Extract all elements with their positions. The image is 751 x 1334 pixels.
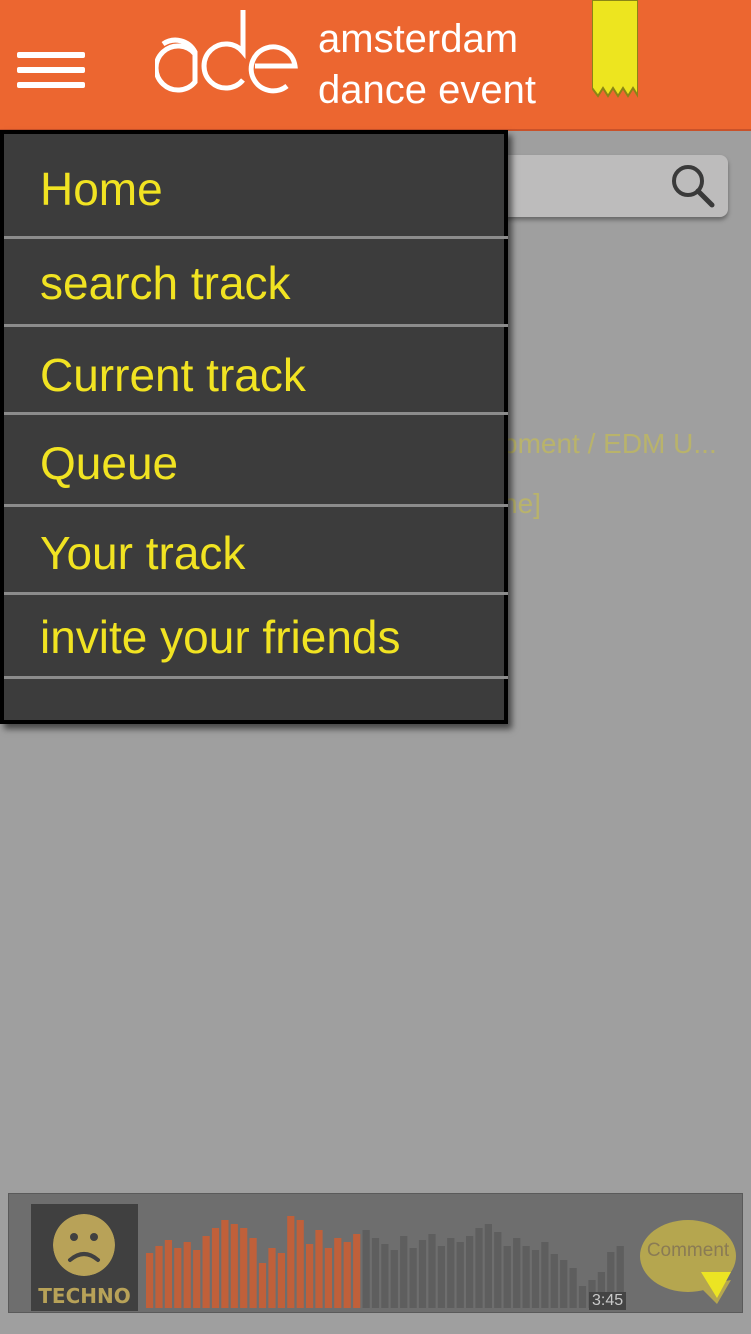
comment-label[interactable]: Comment (639, 1240, 737, 1262)
comment-bubble-icon[interactable] (639, 1218, 737, 1308)
waveform-bar (183, 1242, 191, 1308)
waveform-bar (258, 1263, 267, 1308)
genre-label: TECHNO (38, 1284, 131, 1308)
waveform-bar (268, 1248, 276, 1308)
menu-item-your-track[interactable]: Your track (4, 526, 508, 580)
menu-item-current-track[interactable]: Current track (4, 348, 508, 402)
waveform-bar (334, 1238, 342, 1308)
track-time: 3:45 (589, 1292, 627, 1310)
track-meta-line: pment / EDM U... (502, 428, 717, 459)
brand-line-2: dance event (318, 68, 536, 112)
menu-divider (4, 236, 508, 239)
waveform-bar (560, 1260, 568, 1308)
waveform-bar (211, 1228, 220, 1308)
hamburger-menu-icon[interactable] (17, 52, 85, 88)
brand-line-1: amsterdam (318, 17, 519, 61)
waveform-bar (409, 1248, 417, 1308)
waveform-bar (494, 1232, 502, 1308)
waveform-bar (343, 1242, 351, 1308)
waveform-bar (390, 1250, 398, 1308)
menu-item-invite-friends[interactable]: invite your friends (4, 610, 508, 664)
waveform-bar (164, 1240, 172, 1308)
waveform-bar (381, 1244, 389, 1308)
sad-face-icon (53, 1214, 115, 1276)
waveform-bar (249, 1238, 257, 1308)
menu-item-search-track[interactable]: search track (4, 256, 508, 310)
waveform-bar (240, 1228, 248, 1308)
waveform-bar (371, 1238, 380, 1308)
waveform-bar (522, 1246, 530, 1308)
menu-item-queue[interactable]: Queue (4, 436, 508, 490)
waveform-bar (146, 1253, 154, 1308)
waveform-bar (484, 1224, 492, 1308)
menu-divider (4, 592, 508, 595)
waveform-bar (447, 1238, 455, 1308)
menu-divider (4, 324, 508, 327)
menu-item-home[interactable]: Home (4, 162, 508, 216)
menu-divider (4, 504, 508, 507)
waveform-bar (503, 1246, 511, 1308)
brand-name: amsterdam dance event (318, 14, 536, 116)
waveform-bar (324, 1248, 332, 1308)
waveform-bar (353, 1234, 361, 1308)
waveform-bar (155, 1246, 163, 1308)
waveform-bar (306, 1244, 314, 1308)
waveform-bar (418, 1240, 427, 1308)
waveform-bar (193, 1250, 201, 1308)
waveform-bar (578, 1286, 587, 1308)
waveform-bar (221, 1220, 229, 1308)
waveform-bar (428, 1234, 436, 1308)
waveform-bar (437, 1246, 445, 1308)
waveform-bar (569, 1268, 577, 1308)
search-bar[interactable] (480, 155, 728, 217)
menu-divider (4, 676, 508, 679)
menu-divider (4, 412, 508, 415)
bookmark-ribbon-icon[interactable] (592, 0, 638, 98)
waveform-bar (296, 1220, 304, 1308)
waveform-bar (174, 1248, 182, 1308)
waveform-bar (541, 1242, 549, 1308)
navigation-drawer: Home search track Current track Queue Yo… (0, 130, 508, 724)
app-header: amsterdam dance event (0, 0, 751, 131)
waveform-bar (456, 1242, 464, 1308)
waveform-seekbar[interactable] (145, 1204, 625, 1311)
waveform-bar (513, 1238, 521, 1308)
ade-logo (155, 10, 298, 94)
waveform-bar (230, 1224, 238, 1308)
waveform-bar (362, 1230, 370, 1308)
waveform-bar (202, 1236, 210, 1308)
mini-player[interactable]: TECHNO 3:45 Comment (8, 1193, 743, 1313)
waveform-bar (550, 1254, 558, 1308)
waveform-bar (315, 1230, 323, 1308)
genre-cover[interactable]: TECHNO (31, 1204, 138, 1311)
waveform-bar (277, 1253, 285, 1308)
waveform-bar (287, 1216, 295, 1308)
waveform-bar (466, 1236, 474, 1308)
waveform-bar (400, 1236, 408, 1308)
waveform-bar (531, 1250, 540, 1308)
waveform-bar (475, 1228, 483, 1308)
search-icon[interactable] (670, 163, 716, 209)
